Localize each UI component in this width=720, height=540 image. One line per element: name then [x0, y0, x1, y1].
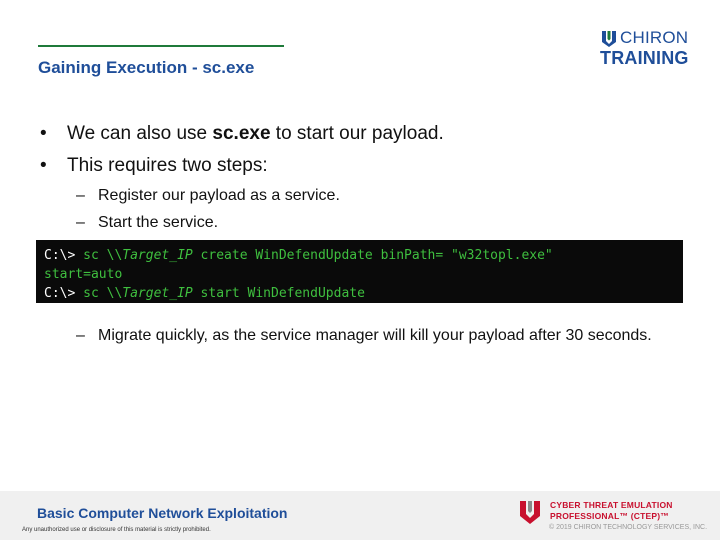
- footer-bar: Basic Computer Network Exploitation Any …: [0, 491, 720, 540]
- bold-command: sc.exe: [212, 123, 271, 144]
- sub-bullet-item: – Register our payload as a service.: [40, 182, 680, 209]
- dash-glyph: –: [76, 327, 85, 344]
- slide-title: Gaining Execution - sc.exe: [38, 58, 255, 77]
- bullet-list: • We can also use sc.exe to start our pa…: [40, 118, 680, 236]
- dash-glyph: –: [76, 214, 85, 231]
- code-prompt: C:\>: [44, 286, 76, 301]
- footer-notice: Any unauthorized use or disclosure of th…: [22, 527, 211, 533]
- chiron-training-logo: CHIRON TRAINING: [600, 28, 700, 68]
- code-block: C:\> sc \\Target_IP create WinDefendUpda…: [36, 240, 683, 303]
- ctep-shield-icon: [520, 501, 540, 524]
- dash-glyph: –: [76, 187, 85, 204]
- bullet-item: • We can also use sc.exe to start our pa…: [40, 118, 680, 150]
- bullet-item: • This requires two steps:: [40, 150, 680, 182]
- code-variable: Target_IP: [122, 286, 193, 301]
- sub-bullet-item: – Start the service.: [40, 209, 680, 236]
- logo-text-training: TRAINING: [600, 48, 689, 68]
- footer-course-title: Basic Computer Network Exploitation: [37, 505, 288, 521]
- code-prompt: C:\>: [44, 248, 76, 263]
- bullet-glyph: •: [40, 123, 47, 144]
- chiron-logo-icon: [602, 31, 616, 47]
- code-variable: Target_IP: [122, 248, 193, 263]
- ctep-title-line1: CYBER THREAT EMULATION: [550, 500, 673, 510]
- sub-bullet-item: – Migrate quickly, as the service manage…: [76, 322, 676, 349]
- logo-text-chiron: CHIRON: [620, 28, 689, 47]
- ctep-title-line2: PROFESSIONAL™ (CTEP)™: [550, 511, 669, 521]
- title-underline: [38, 45, 284, 47]
- bullet-glyph: •: [40, 155, 47, 176]
- copyright-text: © 2019 CHIRON TECHNOLOGY SERVICES, INC.: [549, 524, 708, 531]
